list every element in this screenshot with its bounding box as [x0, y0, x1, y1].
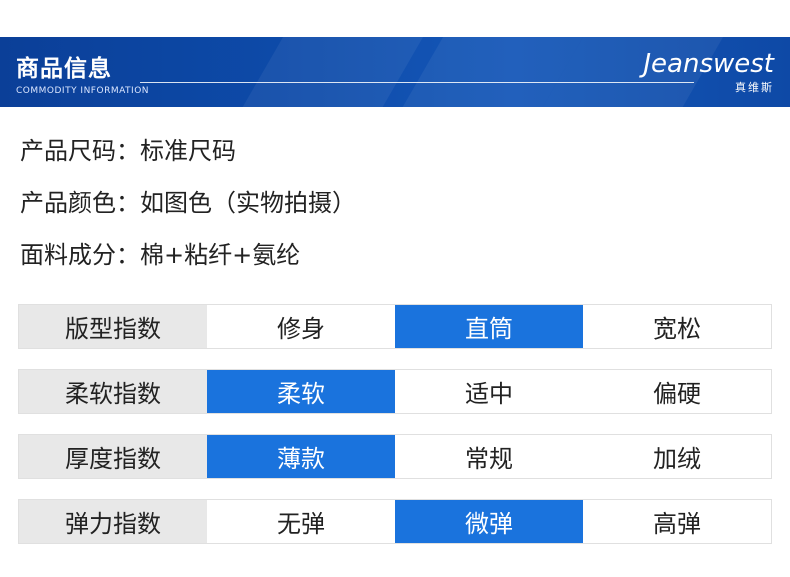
info-value: 棉+粘纤+氨纶 — [140, 241, 301, 269]
section-title: 商品信息 — [16, 56, 112, 82]
header-divider — [140, 82, 694, 83]
info-label: 面料成分： — [20, 241, 140, 269]
index-option: 常规 — [395, 435, 583, 478]
index-option: 修身 — [207, 305, 395, 348]
index-option: 柔软 — [207, 370, 395, 413]
info-value: 标准尺码 — [140, 137, 236, 165]
brand-logo: Jeanswest — [643, 49, 774, 79]
info-label: 产品颜色： — [20, 189, 140, 217]
index-option: 直筒 — [395, 305, 583, 348]
index-row-elasticity: 弹力指数 无弹 微弹 高弹 — [18, 499, 772, 544]
index-name: 版型指数 — [19, 305, 207, 348]
index-option: 无弹 — [207, 500, 395, 543]
banner-stripe — [225, 37, 435, 107]
info-value: 如图色（实物拍摄） — [140, 189, 356, 217]
index-name: 厚度指数 — [19, 435, 207, 478]
index-option: 适中 — [395, 370, 583, 413]
info-color: 产品颜色：如图色（实物拍摄） — [20, 183, 356, 218]
info-label: 产品尺码： — [20, 137, 140, 165]
index-option: 微弹 — [395, 500, 583, 543]
index-row-thickness: 厚度指数 薄款 常规 加绒 — [18, 434, 772, 479]
index-option: 加绒 — [583, 435, 771, 478]
section-subtitle: COMMODITY INFORMATION — [16, 86, 150, 96]
index-option: 偏硬 — [583, 370, 771, 413]
index-option: 薄款 — [207, 435, 395, 478]
brand-logo-cn: 真维斯 — [735, 81, 774, 94]
index-option: 宽松 — [583, 305, 771, 348]
header-banner: 商品信息 COMMODITY INFORMATION Jeanswest 真维斯 — [0, 37, 790, 107]
info-size: 产品尺码：标准尺码 — [20, 131, 236, 166]
index-name: 柔软指数 — [19, 370, 207, 413]
index-row-fit: 版型指数 修身 直筒 宽松 — [18, 304, 772, 349]
info-fabric: 面料成分：棉+粘纤+氨纶 — [20, 235, 300, 270]
index-name: 弹力指数 — [19, 500, 207, 543]
index-option: 高弹 — [583, 500, 771, 543]
index-row-softness: 柔软指数 柔软 适中 偏硬 — [18, 369, 772, 414]
